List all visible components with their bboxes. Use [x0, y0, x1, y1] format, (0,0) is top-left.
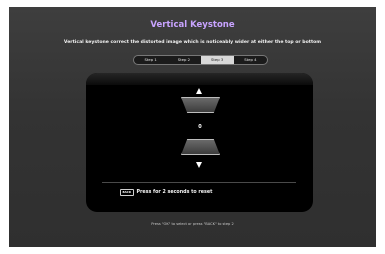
step-1[interactable]: Step 1	[134, 56, 167, 64]
keystone-top-trapezoid[interactable]	[181, 97, 220, 113]
step-3-active[interactable]: Step 3	[200, 56, 234, 64]
step-4[interactable]: Step 4	[234, 56, 267, 64]
keystone-bottom-trapezoid[interactable]	[181, 139, 220, 155]
panel-divider	[102, 182, 296, 183]
step-2[interactable]: Step 2	[167, 56, 200, 64]
navigation-hint: Press "OK" to select or press "BACK" to …	[151, 222, 234, 226]
triangle-up-icon[interactable]	[196, 88, 202, 94]
reset-instruction: BACK Press for 2 seconds to reset	[120, 189, 212, 196]
step-progress-bar: Step 1 Step 2 Step 3 Step 4	[133, 55, 268, 65]
keystone-value: 0	[198, 124, 202, 130]
page-title: Vertical Keystone	[150, 20, 235, 30]
reset-text: Press for 2 seconds to reset	[136, 190, 213, 195]
keystone-panel-header	[86, 73, 313, 85]
triangle-down-icon[interactable]	[196, 162, 202, 168]
back-key-icon: BACK	[120, 189, 134, 196]
page-description: Vertical keystone correct the distorted …	[63, 40, 322, 45]
